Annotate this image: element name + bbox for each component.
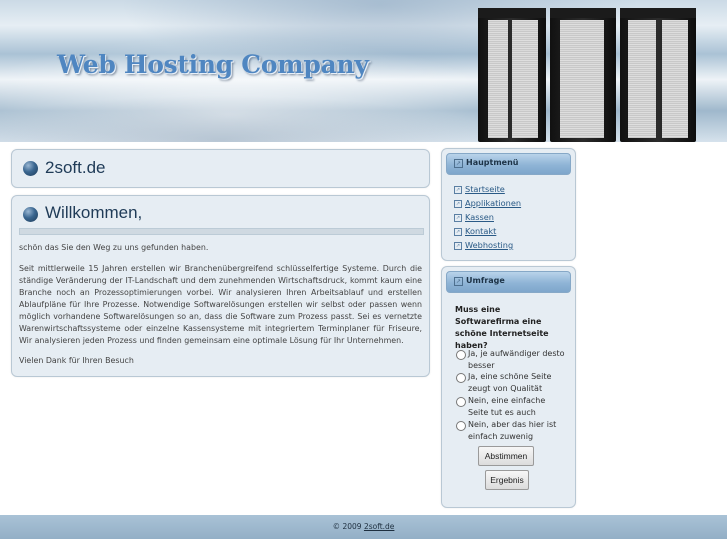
menu-icon: ↗: [454, 159, 463, 168]
poll-option[interactable]: Nein, eine einfache Seite tut es auch: [456, 395, 568, 419]
vote-button[interactable]: Abstimmen: [478, 446, 534, 466]
main-menu-box: ↗ Hauptmenü ↗ Startseite ↗ Applikationen ↗…: [441, 148, 576, 261]
menu-item-webhosting[interactable]: ↗ Webhosting: [454, 240, 513, 250]
radio-button[interactable]: [456, 350, 466, 360]
welcome-heading: Willkommen,: [45, 203, 143, 222]
globe-icon: [23, 207, 38, 222]
arrow-icon: ↗: [454, 185, 462, 194]
radio-button[interactable]: [456, 397, 466, 407]
poll-box: ↗ Umfrage Muss eine Softwarefirma eine s…: [441, 266, 576, 508]
main-menu-title: Hauptmenü: [466, 158, 519, 167]
footer-link[interactable]: 2soft.de: [364, 522, 394, 531]
arrow-icon: ↗: [454, 227, 462, 236]
radio-button[interactable]: [456, 373, 466, 383]
arrow-icon: ↗: [454, 241, 462, 250]
welcome-closing: Vielen Dank für Ihren Besuch: [19, 356, 134, 365]
globe-icon: [23, 161, 38, 176]
copyright-text: © 2009: [332, 522, 362, 531]
arrow-icon: ↗: [454, 213, 462, 222]
menu-item-kassen[interactable]: ↗ Kassen: [454, 212, 494, 222]
site-name-heading: 2soft.de: [45, 158, 106, 177]
poll-question: Muss eine Softwarefirma eine schöne Inte…: [455, 305, 549, 350]
poll-title: Umfrage: [466, 276, 505, 285]
menu-item-applikationen[interactable]: ↗ Applikationen: [454, 198, 521, 208]
footer: © 2009 2soft.de: [0, 515, 727, 539]
results-button[interactable]: Ergebnis: [485, 470, 529, 490]
footer-text: © 2009 2soft.de: [0, 522, 727, 531]
welcome-box: Willkommen, schön das Sie den Weg zu uns…: [11, 195, 430, 377]
welcome-intro: schön das Sie den Weg zu uns gefunden ha…: [19, 243, 209, 252]
menu-item-startseite[interactable]: ↗ Startseite: [454, 184, 505, 194]
poll-icon: ↗: [454, 277, 463, 286]
poll-option[interactable]: Ja, eine schöne Seite zeugt von Qualität: [456, 371, 568, 395]
heading-divider: [19, 228, 424, 235]
poll-header: ↗ Umfrage: [446, 271, 571, 293]
server-rack-image: [478, 8, 696, 142]
site-title: Web Hosting Company: [57, 50, 369, 79]
arrow-icon: ↗: [454, 199, 462, 208]
poll-option[interactable]: Ja, je aufwändiger desto besser: [456, 348, 568, 372]
poll-option[interactable]: Nein, aber das hier ist einfach zuwenig: [456, 419, 568, 443]
main-menu-header: ↗ Hauptmenü: [446, 153, 571, 175]
welcome-body: Seit mittlerweile 15 Jahren erstellen wi…: [19, 264, 422, 345]
site-name-box: 2soft.de: [11, 149, 430, 188]
header-banner: Web Hosting Company: [0, 0, 727, 142]
radio-button[interactable]: [456, 421, 466, 431]
menu-item-kontakt[interactable]: ↗ Kontakt: [454, 226, 496, 236]
